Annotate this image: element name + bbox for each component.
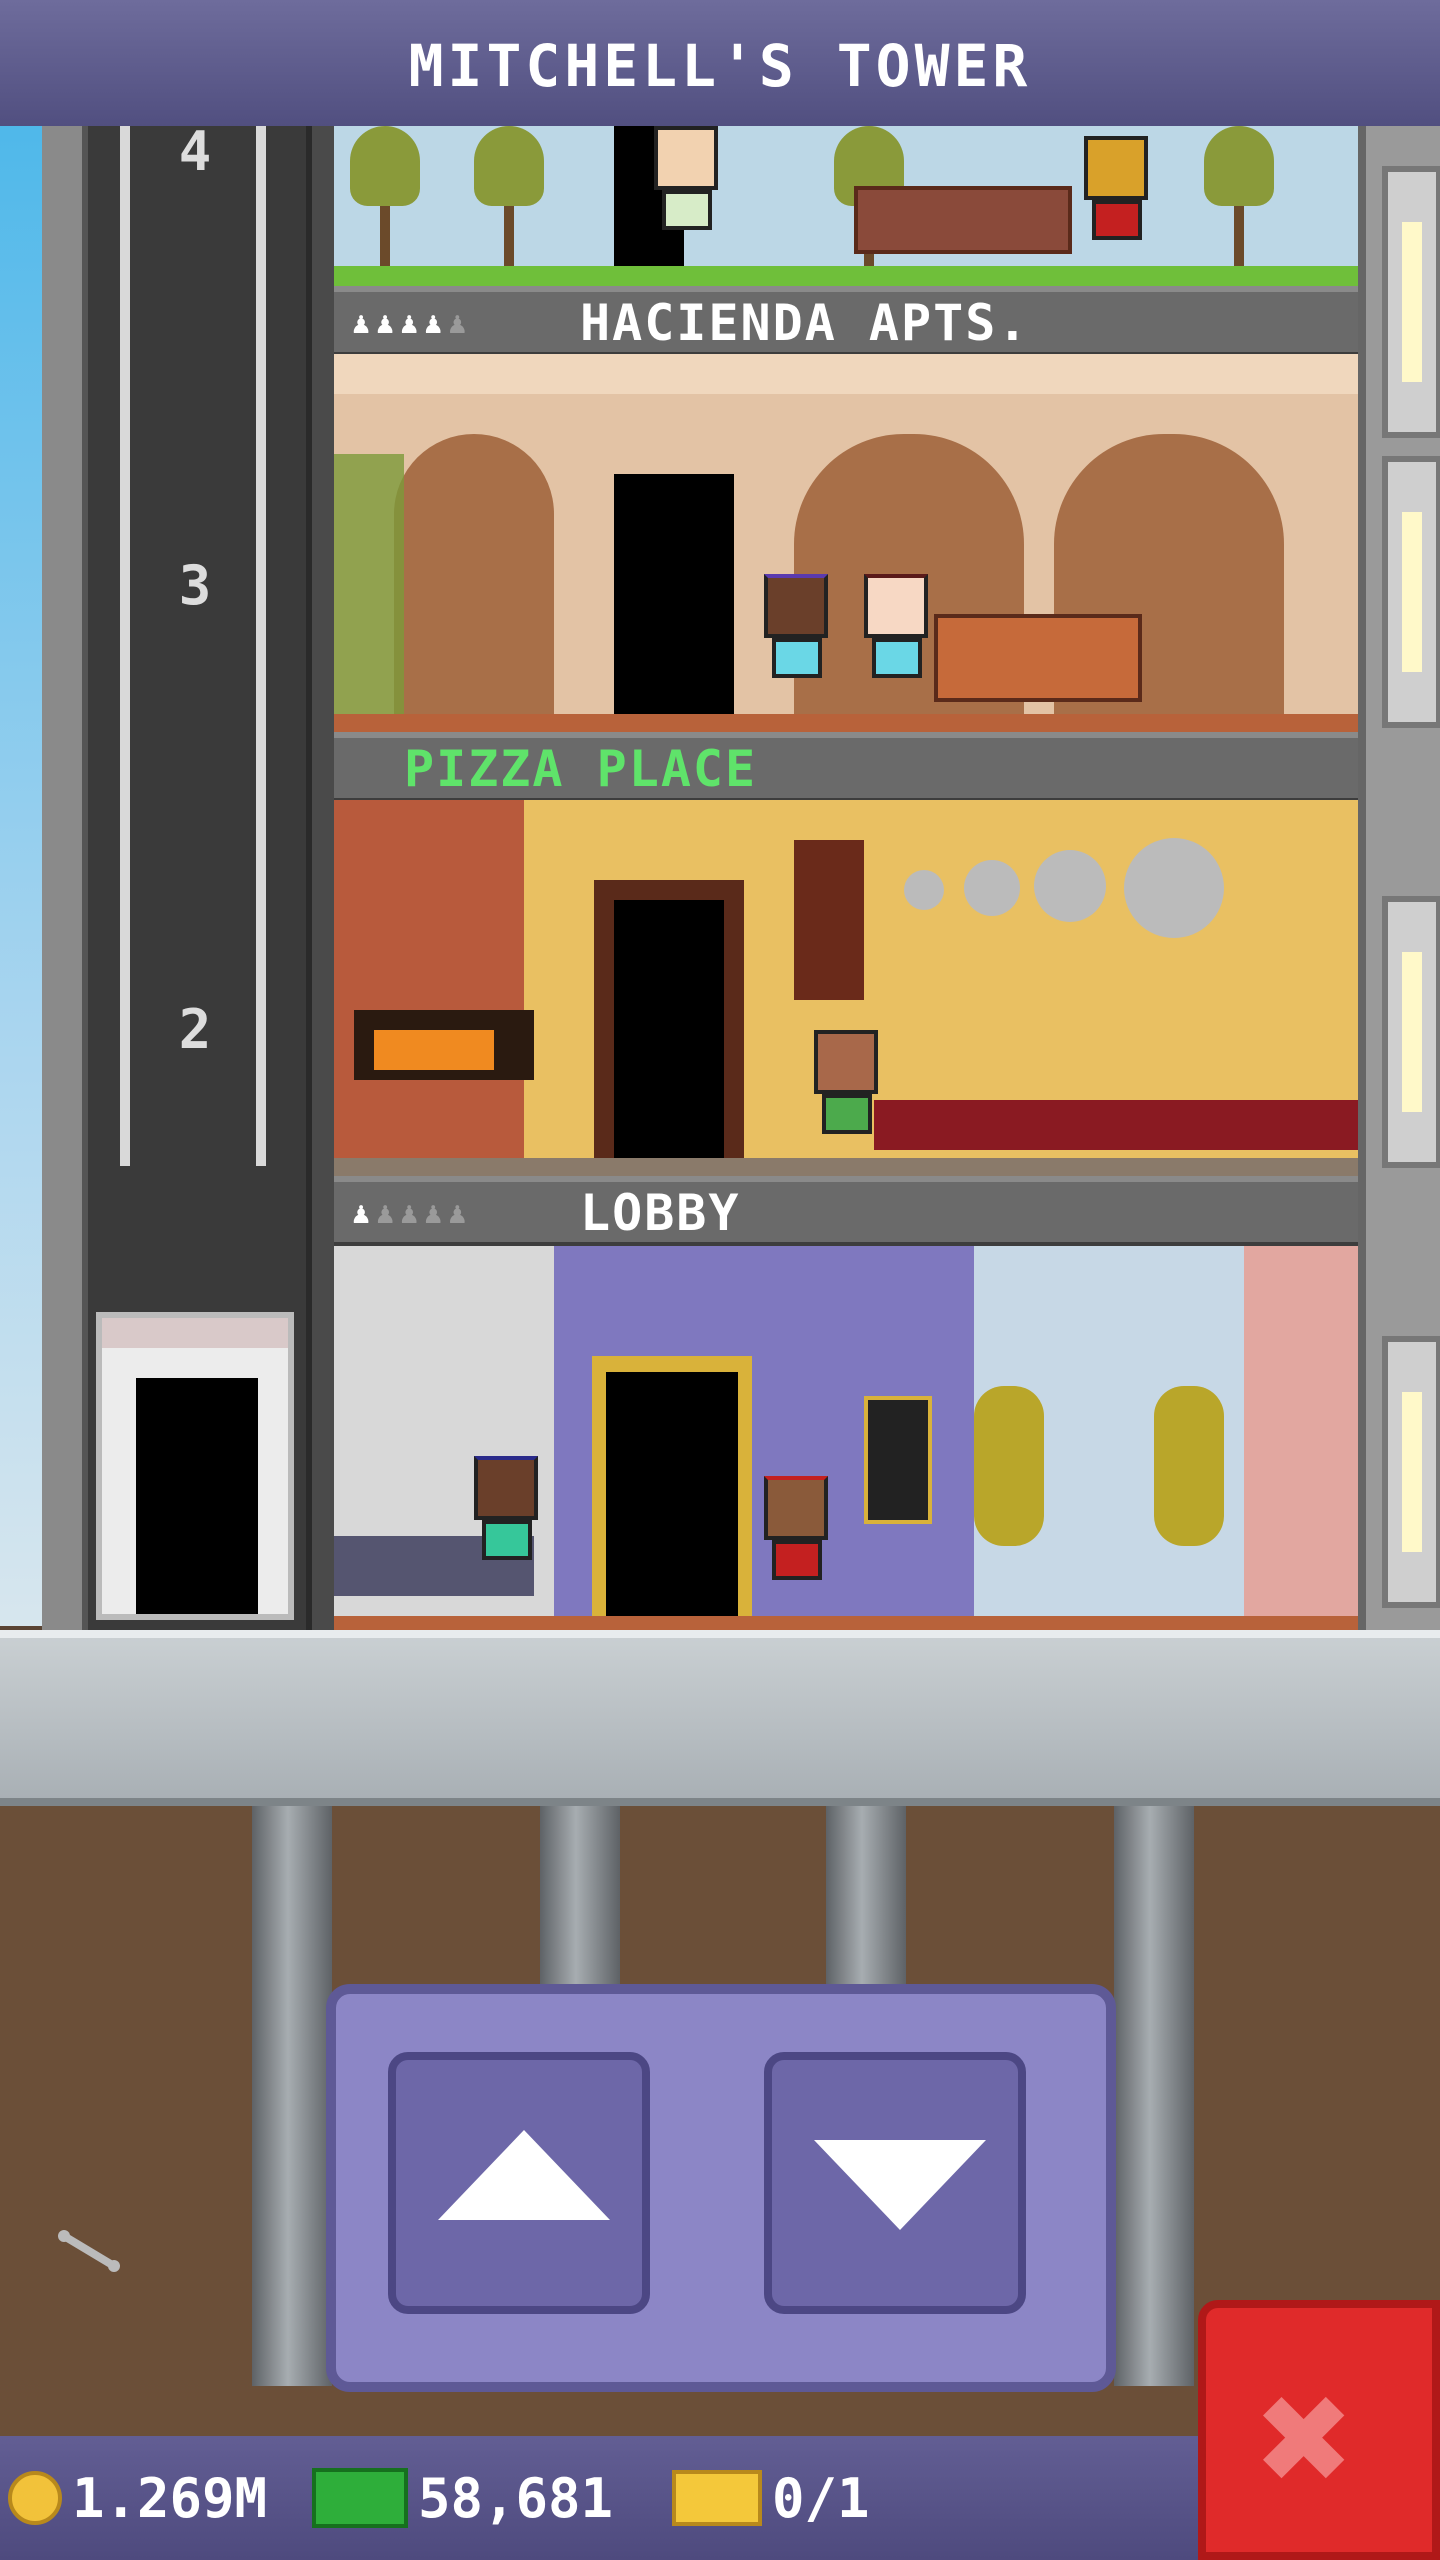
floor-name-lobby: LOBBY (580, 1184, 741, 1242)
ticket-icon (672, 2470, 762, 2526)
tickets-display[interactable]: 0/1 (672, 2456, 870, 2540)
wall-window (1382, 456, 1440, 728)
lobby-door (606, 1372, 738, 1616)
tree-icon (350, 126, 420, 206)
coins-display[interactable]: 1.269M (8, 2456, 267, 2540)
wall-window (1382, 166, 1440, 438)
elevator-controls (326, 1984, 1116, 2392)
title-bar: MITCHELL'S TOWER (0, 0, 1440, 130)
floor-name-hacienda: HACIENDA APTS. (580, 294, 1030, 352)
floor-number-2: 2 (178, 998, 212, 1061)
counter (874, 1100, 1358, 1150)
elevator-cable (120, 126, 130, 1166)
tree-icon (1204, 126, 1274, 206)
star-rating: ♟♟♟♟♟ (352, 306, 473, 341)
potted-tree-icon (1154, 1386, 1224, 1546)
arrow-up-icon (438, 2130, 610, 2220)
park-bench-icon (854, 186, 1072, 254)
tower-wall-right (1358, 126, 1440, 1631)
floor-number-3: 3 (178, 554, 212, 617)
floor-header-hacienda[interactable]: ♟♟♟♟♟ HACIENDA APTS. (334, 286, 1358, 358)
tower-title: MITCHELL'S TOWER (408, 32, 1032, 100)
elevator-cable (256, 126, 266, 1166)
arrow-down-icon (814, 2140, 986, 2230)
bone-icon (54, 2226, 124, 2276)
tree-icon (474, 126, 544, 206)
tower-wall-left (42, 126, 88, 1631)
status-bar: 1.269M 58,681 0/1 (0, 2436, 1198, 2560)
wall-window (1382, 1336, 1440, 1608)
directory-board-icon (864, 1396, 932, 1524)
elevator-up-button[interactable] (388, 2052, 650, 2314)
floor-pizza-place[interactable] (334, 800, 1358, 1176)
star-rating: ♟♟♟♟♟ (352, 1196, 473, 1231)
sofa-icon (934, 614, 1142, 702)
support-pillar (1114, 1806, 1194, 2386)
coin-icon (8, 2471, 62, 2525)
floor-number-4: 4 (178, 120, 212, 183)
brick-wall (334, 800, 524, 1176)
grass-strip (334, 266, 1358, 286)
plant-icon (334, 454, 404, 714)
bux-display[interactable]: 58,681 (312, 2456, 613, 2540)
elevator-down-button[interactable] (764, 2052, 1026, 2314)
sky-background (0, 126, 42, 1626)
bux-icon (312, 2468, 408, 2528)
floor-hacienda-apts[interactable] (334, 354, 1358, 732)
potted-tree-icon (974, 1386, 1044, 1546)
floor-lobby[interactable] (334, 1246, 1358, 1630)
floor-header-pizza[interactable]: PIZZA PLACE (334, 732, 1358, 804)
restaurant-door (614, 900, 724, 1160)
bux-value: 58,681 (418, 2466, 614, 2530)
floor-name-pizza: PIZZA PLACE (404, 740, 758, 798)
apartment-door (614, 474, 734, 714)
close-icon: ✖ (1258, 2344, 1355, 2531)
wall-window (1382, 896, 1440, 1168)
menu-board-icon (794, 840, 864, 1000)
tickets-value: 0/1 (772, 2466, 870, 2530)
floor-header-lobby[interactable]: ♟♟♟♟♟ LOBBY (334, 1176, 1358, 1248)
elevator-car[interactable] (96, 1312, 294, 1620)
coins-value: 1.269M (72, 2466, 268, 2530)
close-button[interactable]: ✖ (1198, 2300, 1440, 2560)
support-pillar (252, 1806, 332, 2386)
tower-base-ledge (0, 1630, 1440, 1806)
rooftop-floor[interactable] (334, 126, 1358, 286)
elevator-door (136, 1378, 258, 1614)
